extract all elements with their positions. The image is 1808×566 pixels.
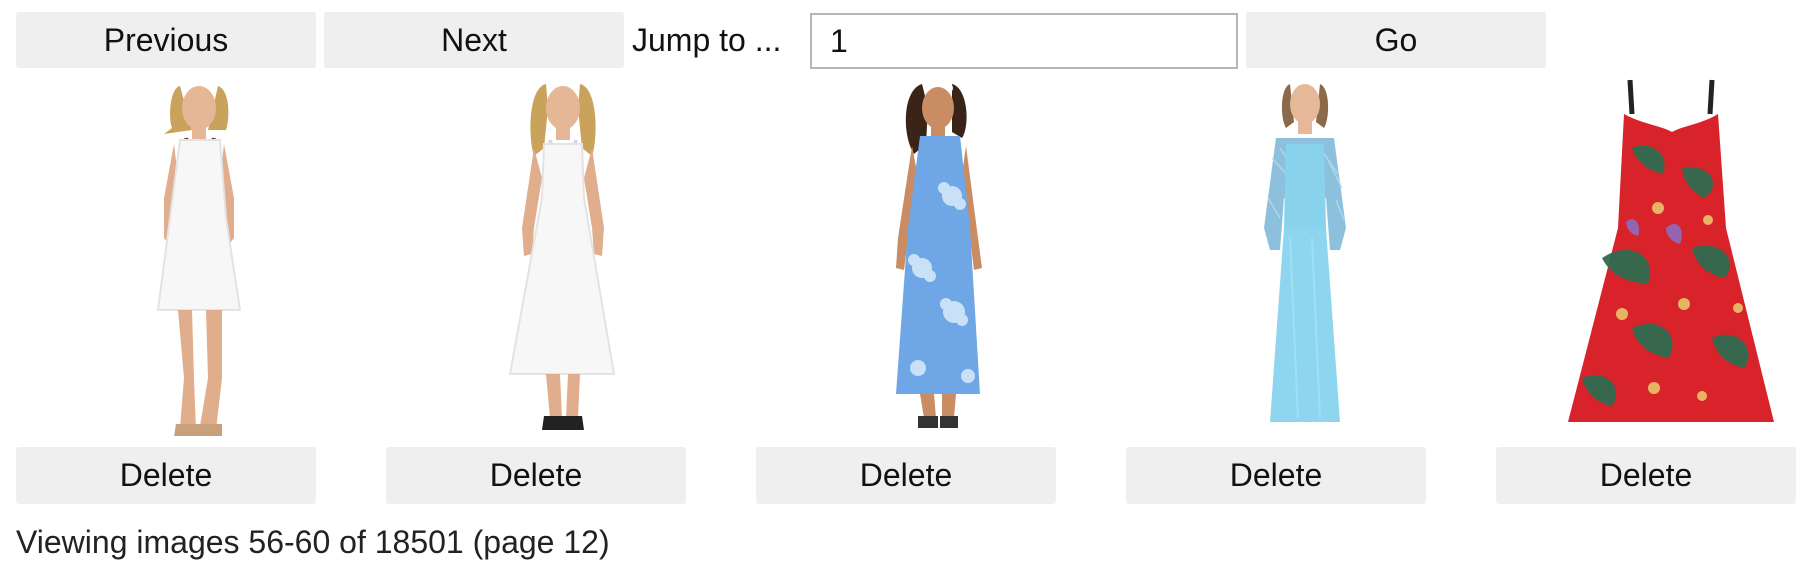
delete-button-5[interactable]: Delete <box>1496 447 1796 504</box>
delete-button-1[interactable]: Delete <box>16 447 316 504</box>
pagination-status: Viewing images 56-60 of 18501 (page 12) <box>16 524 610 560</box>
next-button[interactable]: Next <box>324 12 624 68</box>
delete-button-4[interactable]: Delete <box>1126 447 1426 504</box>
product-image-4 <box>1250 78 1360 434</box>
go-button[interactable]: Go <box>1246 12 1546 68</box>
previous-button[interactable]: Previous <box>16 12 316 68</box>
product-image-2 <box>488 78 638 440</box>
jump-label: Jump to ... <box>632 22 782 58</box>
delete-button-3[interactable]: Delete <box>756 447 1056 504</box>
product-image-3 <box>872 78 1002 440</box>
product-image-1 <box>130 78 270 440</box>
delete-button-2[interactable]: Delete <box>386 447 686 504</box>
product-image-5 <box>1562 78 1782 440</box>
jump-page-input[interactable] <box>810 13 1238 69</box>
